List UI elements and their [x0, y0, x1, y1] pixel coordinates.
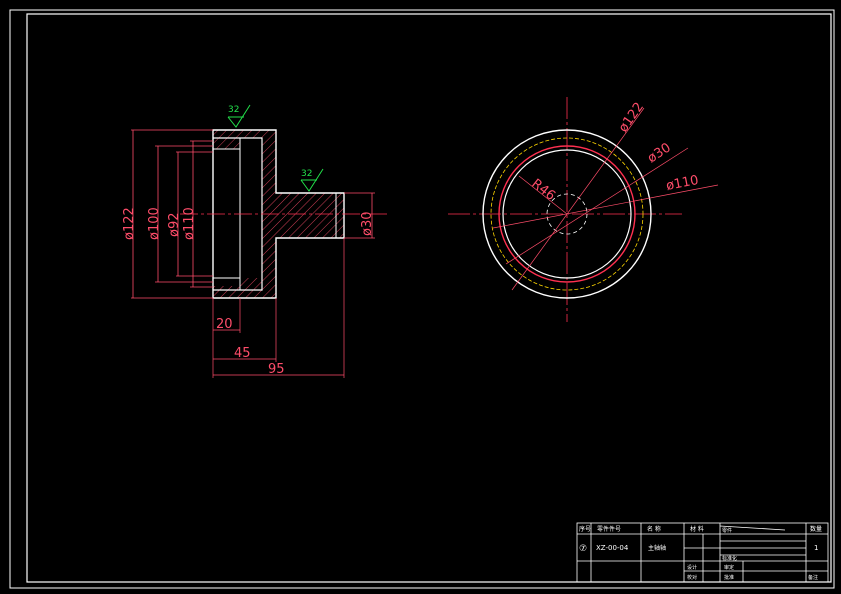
dim-d92-label: ø92	[167, 213, 182, 238]
roughness-symbol-shaft: 32	[300, 168, 324, 192]
bore-step	[213, 148, 241, 279]
tb-sign-standard: 标准化	[722, 555, 737, 562]
tb-row-name: 主轴轴	[648, 544, 666, 552]
dim-d30-label: ø30	[360, 212, 375, 237]
dim-95-label: 95	[268, 362, 285, 377]
outer-border	[9, 9, 835, 589]
leader-d30	[505, 147, 689, 265]
dim-d122-label: ø122	[122, 207, 137, 240]
dim-45-label: 45	[234, 346, 251, 361]
tb-sign-check: 校对	[687, 574, 697, 581]
tb-sign-part: 零件	[722, 527, 732, 534]
dim-d100-label: ø100	[147, 207, 162, 240]
side-dim-d30-label: ø30	[645, 140, 674, 166]
roughness-shaft-value: 32	[301, 169, 312, 179]
tb-header-partno: 零件件号	[597, 525, 621, 533]
tb-sign-review: 审定	[724, 564, 734, 571]
tb-header-index: 序号	[579, 525, 591, 533]
tb-row-index: ⑦	[579, 544, 587, 554]
roughness-symbol-top: 32	[227, 104, 251, 128]
tb-sign-design: 设计	[687, 564, 697, 571]
front-section-view: ø122 ø100 ø92 ø110 ø30 20 45 95 32 32	[122, 104, 390, 378]
side-dim-d122-label: ø122	[616, 100, 647, 135]
roughness-top-value: 32	[228, 105, 239, 115]
title-block-text: 序号 零件件号 名 称 材 料 数量 ⑦ XZ-00-04 主轴轴 1 设计 审…	[579, 525, 822, 581]
dim-20-label: 20	[216, 317, 233, 332]
leader-d110	[492, 184, 719, 229]
tb-header-name: 名 称	[647, 525, 661, 533]
tb-row-partno: XZ-00-04	[596, 544, 629, 552]
tb-header-qty: 数量	[810, 525, 822, 533]
dim-d110-label: ø110	[182, 207, 197, 240]
tb-sign-remark: 备注	[808, 574, 818, 581]
tb-row-qty: 1	[814, 544, 818, 552]
tb-header-material: 材 料	[690, 525, 704, 533]
tb-sign-approve: 批准	[724, 574, 734, 581]
side-dim-d110-label: ø110	[665, 173, 700, 194]
drawing-sheet: ø122 ø100 ø92 ø110 ø30 20 45 95 32 32 ø1…	[9, 9, 835, 589]
side-view: ø122 ø30 ø110 R46	[448, 97, 719, 322]
leader-d122	[511, 107, 645, 291]
